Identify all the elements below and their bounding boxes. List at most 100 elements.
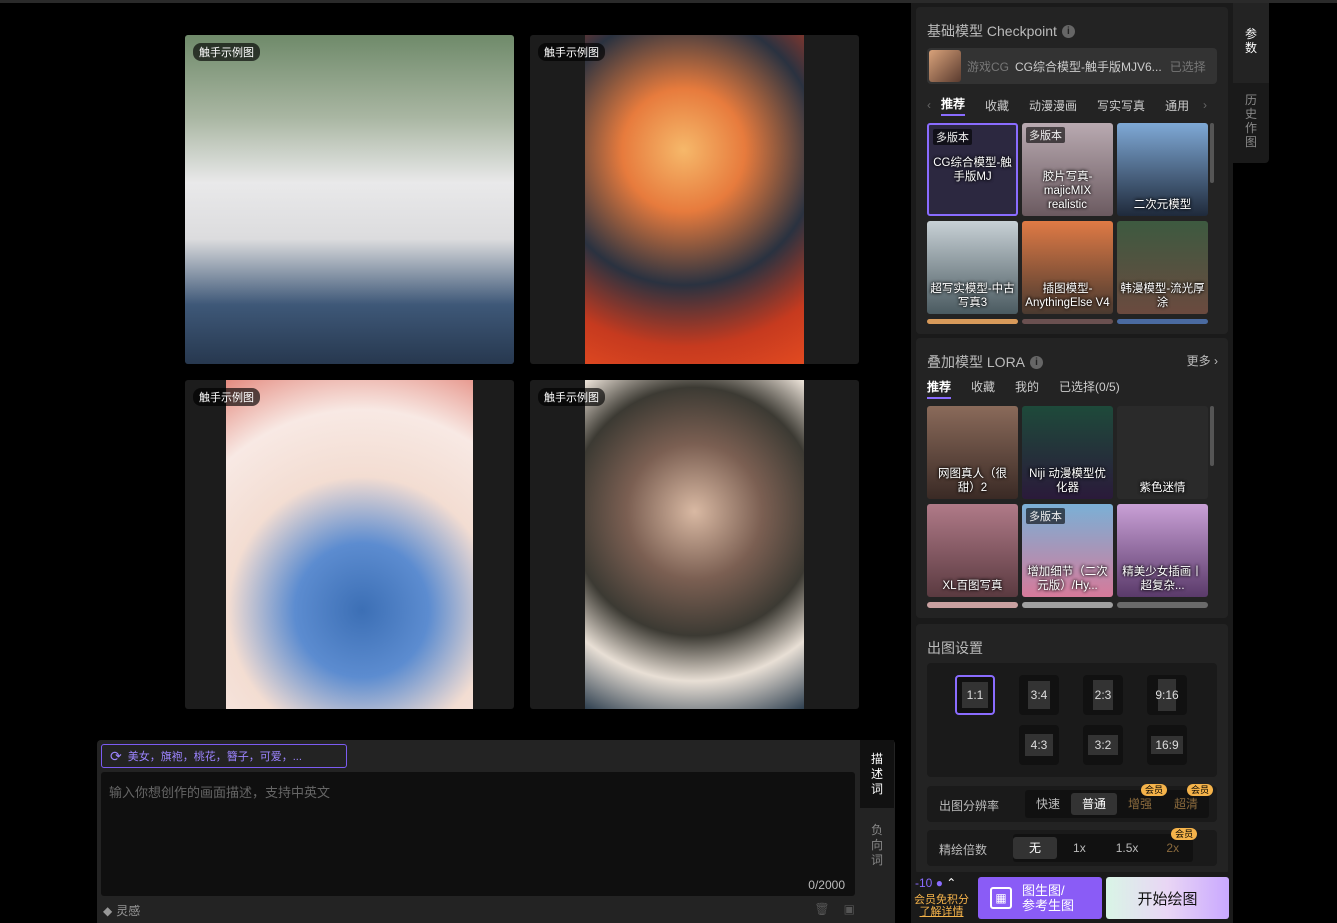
vip-free-link[interactable]: 会员免积分 了解详情	[914, 894, 969, 918]
model-tile[interactable]	[1117, 319, 1208, 324]
coin-icon: ●	[935, 876, 943, 890]
ratio-label: 3:4	[1030, 688, 1048, 702]
ratio-2-3[interactable]: 2:3	[1083, 675, 1123, 715]
refine-2x[interactable]: 2x 会员	[1152, 828, 1198, 859]
side-tabs: 参 数 历 史 作 图	[1233, 3, 1269, 163]
checkpoint-section: 基础模型 Checkpoint i 游戏CG CG综合模型-触手版MJV6...…	[916, 7, 1228, 334]
lora-tile[interactable]: 精美少女插画丨超复杂...	[1117, 504, 1208, 597]
tab-recommended[interactable]: 推荐	[927, 378, 952, 399]
refine-none[interactable]: 无	[1013, 837, 1058, 859]
char-counter: 0/2000	[808, 878, 845, 892]
example-image	[185, 35, 514, 364]
refine-1-5x[interactable]: 1.5x	[1102, 837, 1153, 859]
checkpoint-categories: ‹ 推荐 收藏 动漫漫画 写实写真 通用 ›	[927, 93, 1217, 117]
tab-favorites[interactable]: 收藏	[971, 378, 995, 399]
tab-negative[interactable]: 负 向 词	[860, 810, 894, 880]
lora-tile[interactable]	[1022, 602, 1113, 608]
vip-details-link: 了解详情	[919, 906, 964, 918]
tab-realistic[interactable]: 写实写真	[1097, 97, 1145, 114]
lora-tile[interactable]: 网图真人（很甜）2	[927, 406, 1018, 499]
model-tile[interactable]: 多版本 CG综合模型-触手版MJ	[927, 123, 1018, 216]
tab-recommended[interactable]: 推荐	[941, 95, 966, 116]
example-tag: 触手示例图	[538, 43, 605, 61]
lora-section: 叠加模型 LORA i 更多 › 推荐 收藏 我的 已选择(0/5) 网图真人（…	[916, 338, 1228, 618]
refine-1x[interactable]: 1x	[1057, 837, 1102, 859]
resolution-ultra-label: 超清	[1174, 797, 1199, 811]
tab-favorites[interactable]: 收藏	[985, 97, 1009, 114]
lora-tile[interactable]	[1117, 602, 1208, 608]
info-icon[interactable]: i	[1061, 24, 1075, 38]
img2img-button[interactable]: ▦ 图生图/ 参考生图	[978, 877, 1102, 919]
ratio-label: 3:2	[1094, 738, 1112, 752]
model-tile[interactable]	[1022, 319, 1113, 324]
example-image-card[interactable]: 触手示例图	[530, 380, 859, 709]
scrollbar[interactable]	[1210, 406, 1214, 466]
ratio-1-1[interactable]: 1:1	[955, 675, 995, 715]
tab-params[interactable]: 参 数	[1233, 3, 1269, 83]
trash-icon[interactable]: 🗑	[814, 902, 829, 916]
resolution-ultra[interactable]: 超清 会员	[1163, 784, 1214, 815]
tab-history-char: 作	[1244, 121, 1257, 135]
tab-describe[interactable]: 描 述 词	[860, 740, 894, 808]
ratio-3-2[interactable]: 3:2	[1083, 725, 1123, 765]
model-tile[interactable]	[927, 319, 1018, 324]
lora-tile-label: Niji 动漫模型优化器	[1029, 468, 1106, 494]
lora-tile[interactable]: 多版本 增加细节（二次元版）/Hy...	[1022, 504, 1113, 597]
ratio-4-3[interactable]: 4:3	[1019, 725, 1059, 765]
tab-anime[interactable]: 动漫漫画	[1029, 97, 1077, 114]
selected-model-bar[interactable]: 游戏CG CG综合模型-触手版MJV6... 已选择	[927, 48, 1217, 84]
model-tile[interactable]: 多版本 胶片写真-majicMIX realistic	[1022, 123, 1113, 216]
lora-tile-label: 增加细节（二次元版）/Hy...	[1027, 566, 1108, 592]
chevron-left-icon[interactable]: ‹	[927, 98, 941, 112]
ratio-9-16[interactable]: 9:16	[1147, 675, 1187, 715]
model-tile[interactable]: 韩漫模型-流光厚涂	[1117, 221, 1208, 314]
aspect-ratio-picker: 1:1 3:4 2:3 9:16 4:3 3:2 16:9	[927, 663, 1217, 777]
lora-tile[interactable]: 紫色迷情	[1117, 406, 1208, 499]
chevron-right-icon: ›	[1214, 354, 1218, 368]
lora-tile[interactable]: Niji 动漫模型优化器	[1022, 406, 1113, 499]
inspiration-label: 灵感	[116, 904, 141, 918]
example-image	[585, 35, 804, 364]
parameter-panel: 基础模型 Checkpoint i 游戏CG CG综合模型-触手版MJV6...…	[911, 3, 1233, 923]
lora-tile-label: XL百图写真	[942, 580, 1003, 592]
resolution-enhanced[interactable]: 增强 会员	[1117, 784, 1168, 815]
chevron-up-icon: ⌃	[946, 876, 957, 890]
info-icon[interactable]: i	[1030, 355, 1044, 369]
tab-history[interactable]: 历 史 作 图	[1233, 93, 1269, 153]
save-icon[interactable]: ▣	[844, 902, 855, 916]
prompt-suggestion-chip[interactable]: ⟳ 美女，旗袍，桃花，簪子，可爱，...	[101, 744, 347, 768]
more-link[interactable]: 更多 ›	[1187, 352, 1218, 369]
img2img-label-line2: 参考生图	[1022, 898, 1075, 913]
credit-cost[interactable]: -10 ● ⌃	[915, 876, 956, 890]
prompt-panel: ⟳ 美女，旗袍，桃花，簪子，可爱，... 输入你想创作的画面描述，支持中英文 0…	[97, 740, 895, 923]
model-tile[interactable]: 插图模型-AnythingElse V4	[1022, 221, 1113, 314]
lora-tile[interactable]: XL百图写真	[927, 504, 1018, 597]
refresh-icon: ⟳	[110, 747, 122, 764]
multi-version-badge: 多版本	[1026, 508, 1065, 524]
scrollbar[interactable]	[1210, 123, 1214, 183]
model-tile-label: 超写实模型-中古写真3	[930, 283, 1015, 309]
ratio-3-4[interactable]: 3:4	[1019, 675, 1059, 715]
tab-describe-char: 词	[870, 781, 883, 796]
chevron-right-icon[interactable]: ›	[1203, 98, 1217, 112]
inspiration-button[interactable]: ◆ 灵感	[103, 902, 140, 919]
lora-tile[interactable]	[927, 602, 1018, 608]
prompt-suggestion-text: 美女，旗袍，桃花，簪子，可爱，...	[127, 751, 302, 763]
tab-history-char: 图	[1244, 135, 1257, 149]
example-image-card[interactable]: 触手示例图	[530, 35, 859, 364]
tab-selected[interactable]: 已选择(0/5)	[1059, 378, 1120, 399]
resolution-normal[interactable]: 普通	[1071, 793, 1118, 815]
model-tile[interactable]: 超写实模型-中古写真3	[927, 221, 1018, 314]
example-image-card[interactable]: 触手示例图	[185, 35, 514, 364]
generate-button[interactable]: 开始绘图	[1106, 877, 1229, 919]
vip-free-text: 会员免积分	[914, 894, 969, 906]
ratio-16-9[interactable]: 16:9	[1147, 725, 1187, 765]
resolution-label: 出图分辨率	[939, 799, 1000, 813]
tab-mine[interactable]: 我的	[1015, 378, 1039, 399]
tab-general[interactable]: 通用	[1165, 97, 1189, 114]
output-settings-section: 出图设置 1:1 3:4 2:3 9:16 4:3 3:2 16:9 出图分辨率…	[916, 624, 1228, 874]
example-image-card[interactable]: 触手示例图	[185, 380, 514, 709]
model-tile[interactable]: 二次元模型	[1117, 123, 1208, 216]
resolution-fast[interactable]: 快速	[1025, 793, 1071, 815]
prompt-input[interactable]: 输入你想创作的画面描述，支持中英文 0/2000	[101, 772, 855, 896]
